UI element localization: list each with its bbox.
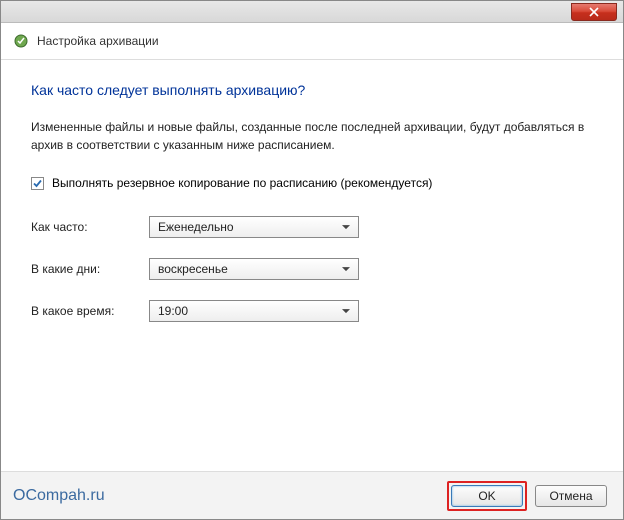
chevron-down-icon: [338, 225, 354, 230]
ok-button[interactable]: OK: [451, 485, 523, 507]
footer-buttons: OK Отмена: [447, 481, 607, 511]
schedule-checkbox[interactable]: [31, 177, 44, 190]
frequency-select[interactable]: Еженедельно: [149, 216, 359, 238]
check-icon: [32, 178, 43, 189]
frequency-row: Как часто: Еженедельно: [31, 216, 593, 238]
window-title: Настройка архивации: [37, 34, 159, 48]
frequency-value: Еженедельно: [158, 220, 234, 234]
frequency-label: Как часто:: [31, 220, 149, 234]
schedule-checkbox-row: Выполнять резервное копирование по распи…: [31, 176, 593, 190]
close-icon: [589, 7, 599, 17]
ok-button-highlight: OK: [447, 481, 527, 511]
content-area: Как часто следует выполнять архивацию? И…: [1, 60, 623, 352]
schedule-checkbox-label: Выполнять резервное копирование по распи…: [52, 176, 432, 190]
footer: OCompah.ru OK Отмена: [1, 471, 623, 519]
description-text: Измененные файлы и новые файлы, созданны…: [31, 118, 593, 154]
close-button[interactable]: [571, 3, 617, 21]
day-value: воскресенье: [158, 262, 228, 276]
day-select[interactable]: воскресенье: [149, 258, 359, 280]
time-label: В какое время:: [31, 304, 149, 318]
day-label: В какие дни:: [31, 262, 149, 276]
backup-icon: [13, 33, 29, 49]
page-heading: Как часто следует выполнять архивацию?: [31, 82, 593, 98]
cancel-button[interactable]: Отмена: [535, 485, 607, 507]
chevron-down-icon: [338, 309, 354, 314]
dialog-window: Настройка архивации Как часто следует вы…: [0, 0, 624, 520]
time-row: В какое время: 19:00: [31, 300, 593, 322]
watermark-text: OCompah.ru: [13, 487, 105, 505]
day-row: В какие дни: воскресенье: [31, 258, 593, 280]
time-value: 19:00: [158, 304, 188, 318]
titlebar: [1, 1, 623, 23]
time-select[interactable]: 19:00: [149, 300, 359, 322]
header: Настройка архивации: [1, 23, 623, 60]
chevron-down-icon: [338, 267, 354, 272]
